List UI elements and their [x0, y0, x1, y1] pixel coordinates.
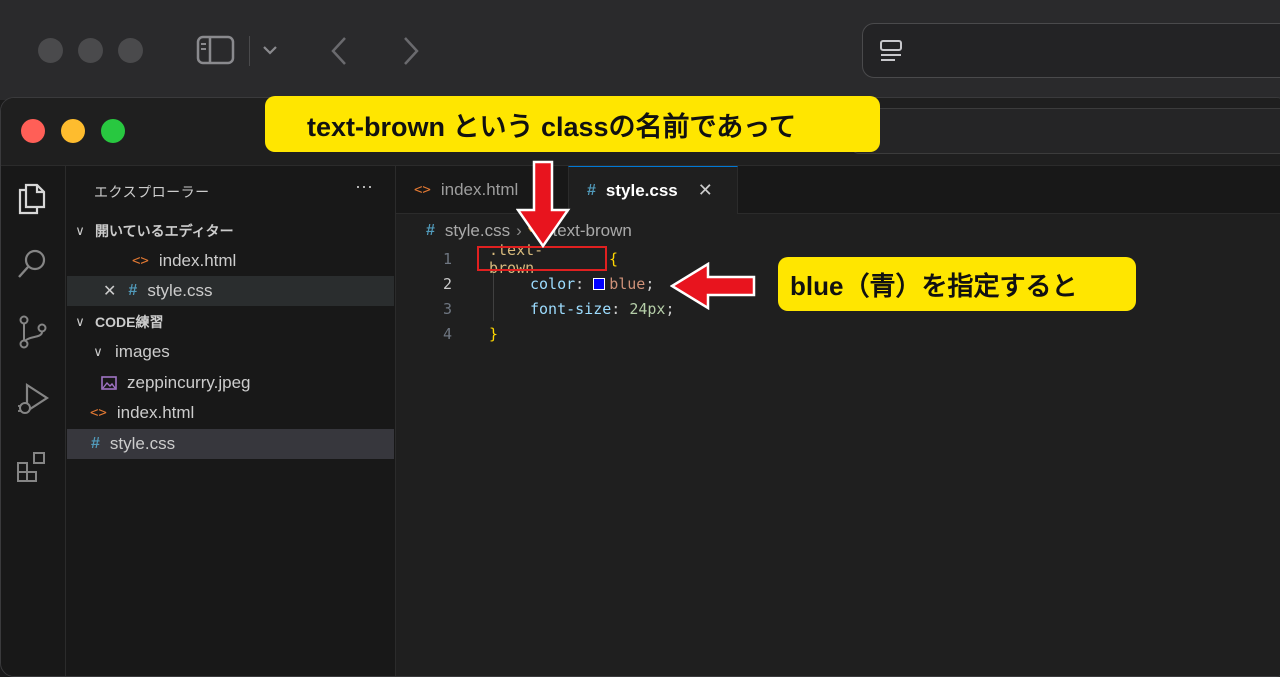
annotation-callout-right: blue（青）を指定すると: [778, 257, 1136, 311]
image-file-icon: [101, 376, 117, 390]
line-number: 2: [442, 274, 452, 293]
zoom-traffic-light[interactable]: [101, 119, 125, 143]
outer-zoom-dot[interactable]: [118, 38, 143, 63]
css-property: font-size: [530, 299, 612, 318]
colon: :: [575, 274, 585, 293]
breadcrumb-file[interactable]: style.css: [445, 221, 510, 241]
minimize-traffic-light[interactable]: [61, 119, 85, 143]
html-icon: <>: [90, 405, 107, 421]
tree-item-style-css[interactable]: # style.css: [67, 429, 394, 459]
arrow-down-icon: [516, 160, 571, 248]
reader-icon[interactable]: [879, 39, 905, 65]
tree-label: index.html: [116, 403, 195, 422]
toolbar-divider: [249, 36, 250, 66]
tree-label: images: [115, 342, 170, 361]
chevron-down-icon: ∨: [75, 223, 85, 238]
outer-window-toolbar: [0, 0, 1280, 100]
vscode-window: エクスプローラー ··· ∨ 開いているエディター <> index.html …: [0, 97, 1280, 677]
forward-arrow-icon[interactable]: [400, 36, 422, 66]
tab-label: style.css: [605, 180, 678, 200]
back-arrow-icon[interactable]: [328, 36, 350, 66]
line-number: 1: [442, 249, 452, 268]
outer-minimize-dot[interactable]: [78, 38, 103, 63]
close-brace: }: [489, 324, 499, 343]
tab-style-css[interactable]: # style.css ✕: [568, 166, 738, 214]
explorer-sidebar: エクスプローラー ··· ∨ 開いているエディター <> index.html …: [66, 166, 396, 676]
semicolon: ;: [645, 274, 655, 293]
search-icon[interactable]: [15, 246, 51, 282]
outer-close-dot[interactable]: [38, 38, 63, 63]
tree-label: style.css: [109, 434, 176, 453]
line-number: 3: [442, 299, 452, 318]
css-icon: #: [128, 282, 138, 299]
css-value: blue: [609, 274, 646, 293]
command-center[interactable]: [851, 108, 1280, 154]
chevron-down-icon: ∨: [75, 314, 85, 329]
open-editor-label: index.html: [158, 251, 237, 270]
open-editor-item-index[interactable]: <> index.html: [67, 246, 394, 276]
source-control-icon[interactable]: [15, 314, 51, 350]
tree-label: zeppincurry.jpeg: [127, 373, 251, 392]
run-debug-icon[interactable]: [15, 381, 51, 417]
open-brace: {: [609, 249, 619, 268]
sidebar-toggle-icon[interactable]: [196, 34, 236, 66]
close-traffic-light[interactable]: [21, 119, 45, 143]
open-editors-header[interactable]: ∨ 開いているエディター: [67, 216, 394, 246]
open-editors-label: 開いているエディター: [95, 223, 234, 239]
tree-item-index-html[interactable]: <> index.html: [67, 398, 394, 428]
indent-guide: [493, 271, 494, 321]
highlight-box: [477, 246, 607, 271]
workspace-folder-header[interactable]: ∨ CODE練習: [67, 307, 394, 337]
tree-item-images[interactable]: ∨ images: [67, 337, 394, 367]
close-icon[interactable]: ✕: [103, 281, 116, 301]
explorer-title: エクスプローラー: [94, 184, 210, 200]
tab-label: index.html: [440, 180, 519, 199]
extensions-icon[interactable]: [15, 449, 51, 485]
arrow-left-icon: [670, 262, 756, 310]
css-icon: #: [587, 181, 596, 199]
close-icon[interactable]: ✕: [698, 180, 713, 201]
chevron-down-icon: ∨: [93, 344, 103, 359]
colon: :: [611, 299, 621, 318]
tree-item-image-file[interactable]: zeppincurry.jpeg: [67, 368, 394, 398]
open-editor-label: style.css: [147, 281, 213, 300]
explorer-files-icon[interactable]: [15, 180, 51, 216]
color-swatch[interactable]: [593, 278, 606, 290]
address-bar[interactable]: [862, 23, 1280, 78]
css-property: color: [530, 274, 576, 293]
activity-bar: [1, 166, 66, 676]
open-editor-item-style[interactable]: ✕ # style.css: [67, 276, 394, 306]
annotation-callout-top: text-brown という classの名前であって: [265, 96, 880, 152]
css-icon: #: [91, 435, 100, 452]
line-number: 4: [442, 324, 452, 343]
css-value: 24px: [629, 299, 666, 318]
html-icon: <>: [414, 182, 431, 198]
css-icon: #: [426, 222, 435, 239]
html-icon: <>: [132, 253, 149, 269]
chevron-down-icon[interactable]: [262, 44, 278, 56]
more-actions-icon[interactable]: ···: [355, 176, 373, 197]
workspace-folder-label: CODE練習: [95, 314, 164, 330]
